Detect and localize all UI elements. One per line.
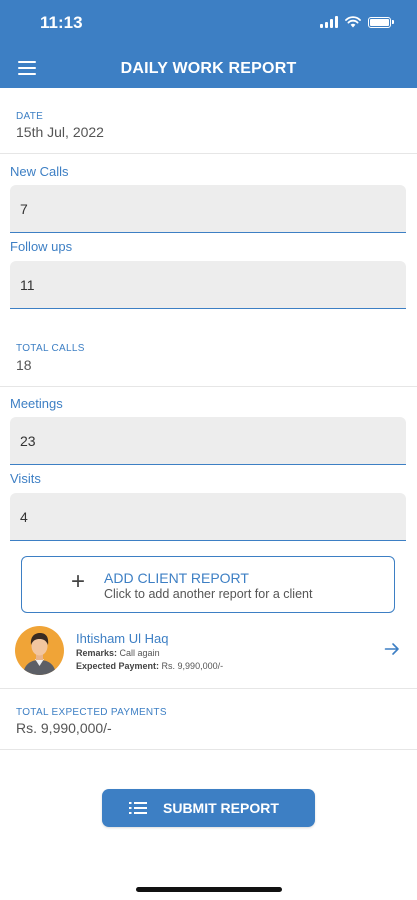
wifi-icon (345, 16, 361, 28)
divider (0, 153, 417, 154)
signal-icon (320, 16, 338, 28)
new-calls-label: New Calls (10, 164, 69, 179)
add-client-report-button[interactable]: + ADD CLIENT REPORT Click to add another… (21, 556, 395, 613)
page-title: DAILY WORK REPORT (120, 60, 297, 77)
status-icons (320, 14, 394, 30)
remarks-label: Remarks: (76, 648, 118, 658)
divider (0, 386, 417, 387)
total-payments-caption: TOTAL EXPECTED PAYMENTS (16, 707, 167, 718)
date-value: 15th Jul, 2022 (16, 124, 104, 140)
meetings-field[interactable]: 23 (10, 417, 406, 465)
expected-payment-label: Expected Payment: (76, 661, 160, 671)
total-payments-value: Rs. 9,990,000/- (16, 720, 112, 736)
divider (0, 688, 417, 689)
meetings-label: Meetings (10, 396, 63, 411)
expected-payment-value: Rs. 9,990,000/- (161, 661, 224, 671)
total-calls-caption: TOTAL CALLS (16, 343, 85, 354)
plus-icon: + (71, 568, 86, 595)
follow-ups-field[interactable]: 11 (10, 261, 406, 309)
visits-label: Visits (10, 471, 41, 486)
follow-ups-label: Follow ups (10, 239, 73, 254)
home-indicator[interactable] (136, 887, 282, 892)
add-client-report-title: ADD CLIENT REPORT (104, 570, 249, 586)
new-calls-value: 7 (20, 201, 28, 217)
total-calls-value: 18 (16, 357, 32, 373)
avatar (15, 626, 64, 675)
divider (0, 749, 417, 750)
remarks-value: Call again (119, 648, 160, 658)
arrow-right-icon[interactable] (384, 641, 400, 657)
battery-icon (368, 16, 394, 28)
submit-report-button[interactable]: SUBMIT REPORT (102, 789, 315, 827)
client-remarks: Remarks: Call again (76, 648, 160, 658)
add-client-report-subtitle: Click to add another report for a client (104, 587, 313, 601)
new-calls-field[interactable]: 7 (10, 185, 406, 233)
visits-field[interactable]: 4 (10, 493, 406, 541)
status-time: 11:13 (40, 13, 83, 32)
visits-value: 4 (20, 509, 28, 525)
client-report-item[interactable]: Ihtisham Ul Haq Remarks: Call again Expe… (0, 620, 417, 684)
list-icon (129, 802, 147, 814)
date-caption: DATE (16, 111, 44, 122)
submit-report-label: SUBMIT REPORT (163, 800, 279, 816)
app-bar: 11:13 DAILY WORK REPORT (0, 0, 417, 88)
client-expected-payment: Expected Payment: Rs. 9,990,000/- (76, 661, 223, 671)
client-name: Ihtisham Ul Haq (76, 631, 169, 646)
follow-ups-value: 11 (20, 277, 35, 293)
meetings-value: 23 (20, 433, 36, 449)
